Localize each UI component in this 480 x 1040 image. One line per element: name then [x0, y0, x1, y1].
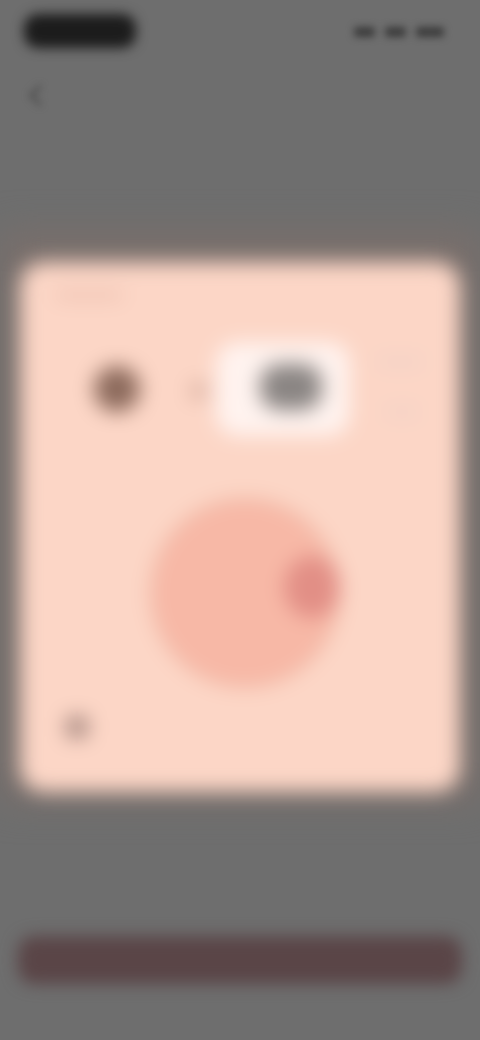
signal-icon	[354, 27, 375, 37]
mode-center-icon	[260, 364, 322, 410]
status-icons	[354, 26, 444, 38]
mode-right-label-bottom[interactable]	[384, 406, 420, 418]
mode-dot-indicator	[190, 382, 208, 400]
mode-selector	[20, 342, 460, 436]
status-bar	[0, 0, 480, 70]
primary-action-button[interactable]	[18, 936, 462, 984]
wifi-icon	[384, 27, 406, 37]
back-chevron-icon[interactable]	[26, 84, 50, 108]
status-time	[24, 14, 136, 48]
mode-center-button-selected[interactable]	[216, 342, 350, 436]
dial-knob[interactable]	[284, 556, 340, 618]
mode-right-label-top[interactable]	[376, 356, 424, 368]
mode-left-icon[interactable]	[94, 366, 140, 412]
control-card	[20, 262, 460, 792]
battery-icon	[415, 27, 444, 37]
card-label	[54, 290, 124, 300]
small-icon[interactable]	[66, 716, 88, 738]
app-screen	[0, 0, 480, 1040]
